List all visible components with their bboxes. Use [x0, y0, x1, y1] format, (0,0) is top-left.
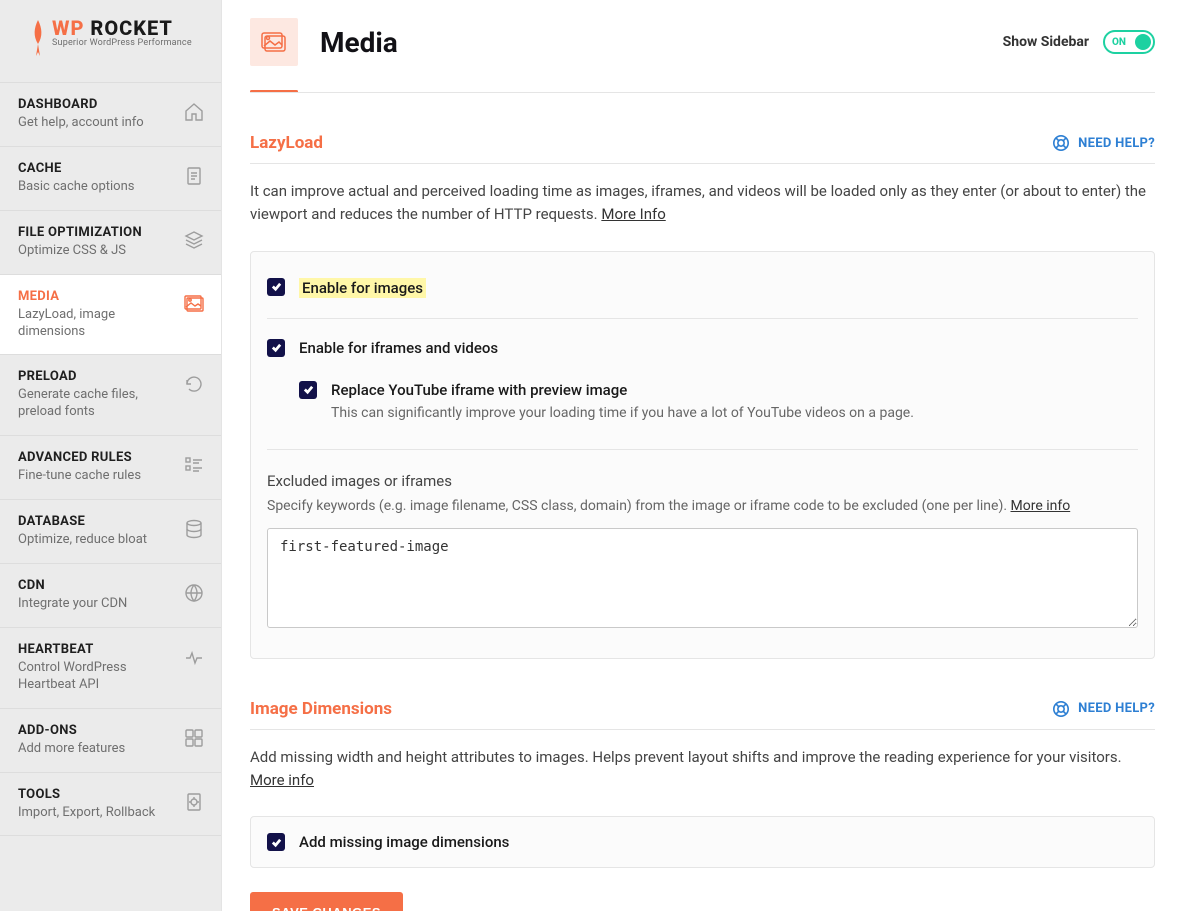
rocket-flame-icon: [30, 18, 46, 60]
nav-title: FILE OPTIMIZATION: [18, 225, 175, 240]
nav-title: TOOLS: [18, 787, 175, 802]
nav-title: PRELOAD: [18, 369, 175, 384]
lazyload-section: LazyLoad NEED HELP? It can improve actua…: [250, 133, 1155, 659]
sidebar-item-dashboard[interactable]: DASHBOARD Get help, account info: [0, 82, 221, 146]
excluded-field: Excluded images or iframes Specify keywo…: [267, 472, 1138, 632]
more-info-link[interactable]: More info: [1011, 498, 1071, 514]
excluded-textarea[interactable]: [267, 528, 1138, 628]
main-content: Media Show Sidebar ON LazyLoad NEED HELP…: [222, 0, 1177, 911]
enable-iframes-option[interactable]: Enable for iframes and videos: [267, 331, 1138, 365]
more-info-link[interactable]: More Info: [601, 205, 665, 223]
heartbeat-icon: [183, 646, 205, 668]
nav-desc: LazyLoad, image dimensions: [18, 307, 175, 341]
need-help-button[interactable]: NEED HELP?: [1052, 700, 1155, 718]
nav-desc: Import, Export, Rollback: [18, 805, 175, 822]
nav-desc: Control WordPress Heartbeat API: [18, 660, 175, 694]
sidebar-item-file-optimization[interactable]: FILE OPTIMIZATION Optimize CSS & JS: [0, 210, 221, 274]
nav-title: ADVANCED RULES: [18, 450, 175, 465]
image-icon: [183, 293, 205, 315]
nav-desc: Fine-tune cache rules: [18, 468, 175, 485]
save-button[interactable]: SAVE CHANGES: [250, 892, 403, 911]
checkbox-checked-icon[interactable]: [267, 278, 285, 296]
nav-desc: Basic cache options: [18, 179, 175, 196]
nav-desc: Add more features: [18, 741, 175, 758]
sidebar-item-cache[interactable]: CACHE Basic cache options: [0, 146, 221, 210]
nav-title: CDN: [18, 578, 175, 593]
sidebar-item-media[interactable]: MEDIA LazyLoad, image dimensions: [0, 274, 221, 355]
add-dimensions-option[interactable]: Add missing image dimensions: [267, 831, 1138, 853]
image-dimensions-title: Image Dimensions: [250, 699, 392, 719]
page-icon: [183, 165, 205, 187]
image-dimensions-section: Image Dimensions NEED HELP? Add missing …: [250, 699, 1155, 869]
nav-title: CACHE: [18, 161, 175, 176]
nav-desc: Get help, account info: [18, 115, 175, 132]
addons-icon: [183, 727, 205, 749]
nav-title: ADD-ONS: [18, 723, 175, 738]
checkbox-checked-icon[interactable]: [299, 381, 317, 399]
checkbox-checked-icon[interactable]: [267, 833, 285, 851]
sidebar-item-preload[interactable]: PRELOAD Generate cache files, preload fon…: [0, 354, 221, 435]
nav-desc: Optimize, reduce bloat: [18, 532, 175, 549]
dimensions-desc: Add missing width and height attributes …: [250, 746, 1155, 793]
nav-desc: Integrate your CDN: [18, 596, 175, 613]
nav-title: MEDIA: [18, 289, 175, 304]
page-header: Media Show Sidebar ON: [250, 18, 1155, 66]
need-help-button[interactable]: NEED HELP?: [1052, 134, 1155, 152]
tools-icon: [183, 791, 205, 813]
media-header-icon: [250, 18, 298, 66]
lazyload-title: LazyLoad: [250, 133, 323, 153]
youtube-preview-option[interactable]: Replace YouTube iframe with preview imag…: [267, 373, 1138, 429]
lazyload-desc: It can improve actual and perceived load…: [250, 180, 1155, 227]
show-sidebar-toggle[interactable]: ON: [1103, 30, 1155, 54]
lazyload-panel: Enable for images Enable for iframes and…: [250, 251, 1155, 659]
enable-images-option[interactable]: Enable for images: [267, 270, 1138, 306]
sidebar-item-add-ons[interactable]: ADD-ONS Add more features: [0, 708, 221, 772]
database-icon: [183, 518, 205, 540]
more-info-link[interactable]: More info: [250, 771, 314, 789]
sidebar-item-database[interactable]: DATABASE Optimize, reduce bloat: [0, 499, 221, 563]
page-title: Media: [320, 26, 398, 59]
sidebar-item-heartbeat[interactable]: HEARTBEAT Control WordPress Heartbeat API: [0, 627, 221, 708]
refresh-icon: [183, 373, 205, 395]
sidebar-item-cdn[interactable]: CDN Integrate your CDN: [0, 563, 221, 627]
sidebar: WP ROCKET Superior WordPress Performance…: [0, 0, 222, 911]
sidebar-item-tools[interactable]: TOOLS Import, Export, Rollback: [0, 772, 221, 837]
dimensions-panel: Add missing image dimensions: [250, 816, 1155, 868]
checkbox-checked-icon[interactable]: [267, 339, 285, 357]
globe-icon: [183, 582, 205, 604]
nav-desc: Generate cache files, preload fonts: [18, 387, 175, 421]
nav-title: HEARTBEAT: [18, 642, 175, 657]
life-ring-icon: [1052, 700, 1070, 718]
home-icon: [183, 101, 205, 123]
nav-title: DASHBOARD: [18, 97, 175, 112]
sidebar-item-advanced-rules[interactable]: ADVANCED RULES Fine-tune cache rules: [0, 435, 221, 499]
layers-icon: [183, 229, 205, 251]
logo: WP ROCKET Superior WordPress Performance: [0, 0, 221, 82]
nav-title: DATABASE: [18, 514, 175, 529]
show-sidebar-label: Show Sidebar: [1003, 34, 1089, 50]
nav: DASHBOARD Get help, account info CACHE Basi…: [0, 82, 221, 836]
life-ring-icon: [1052, 134, 1070, 152]
nav-desc: Optimize CSS & JS: [18, 243, 175, 260]
list-check-icon: [183, 454, 205, 476]
